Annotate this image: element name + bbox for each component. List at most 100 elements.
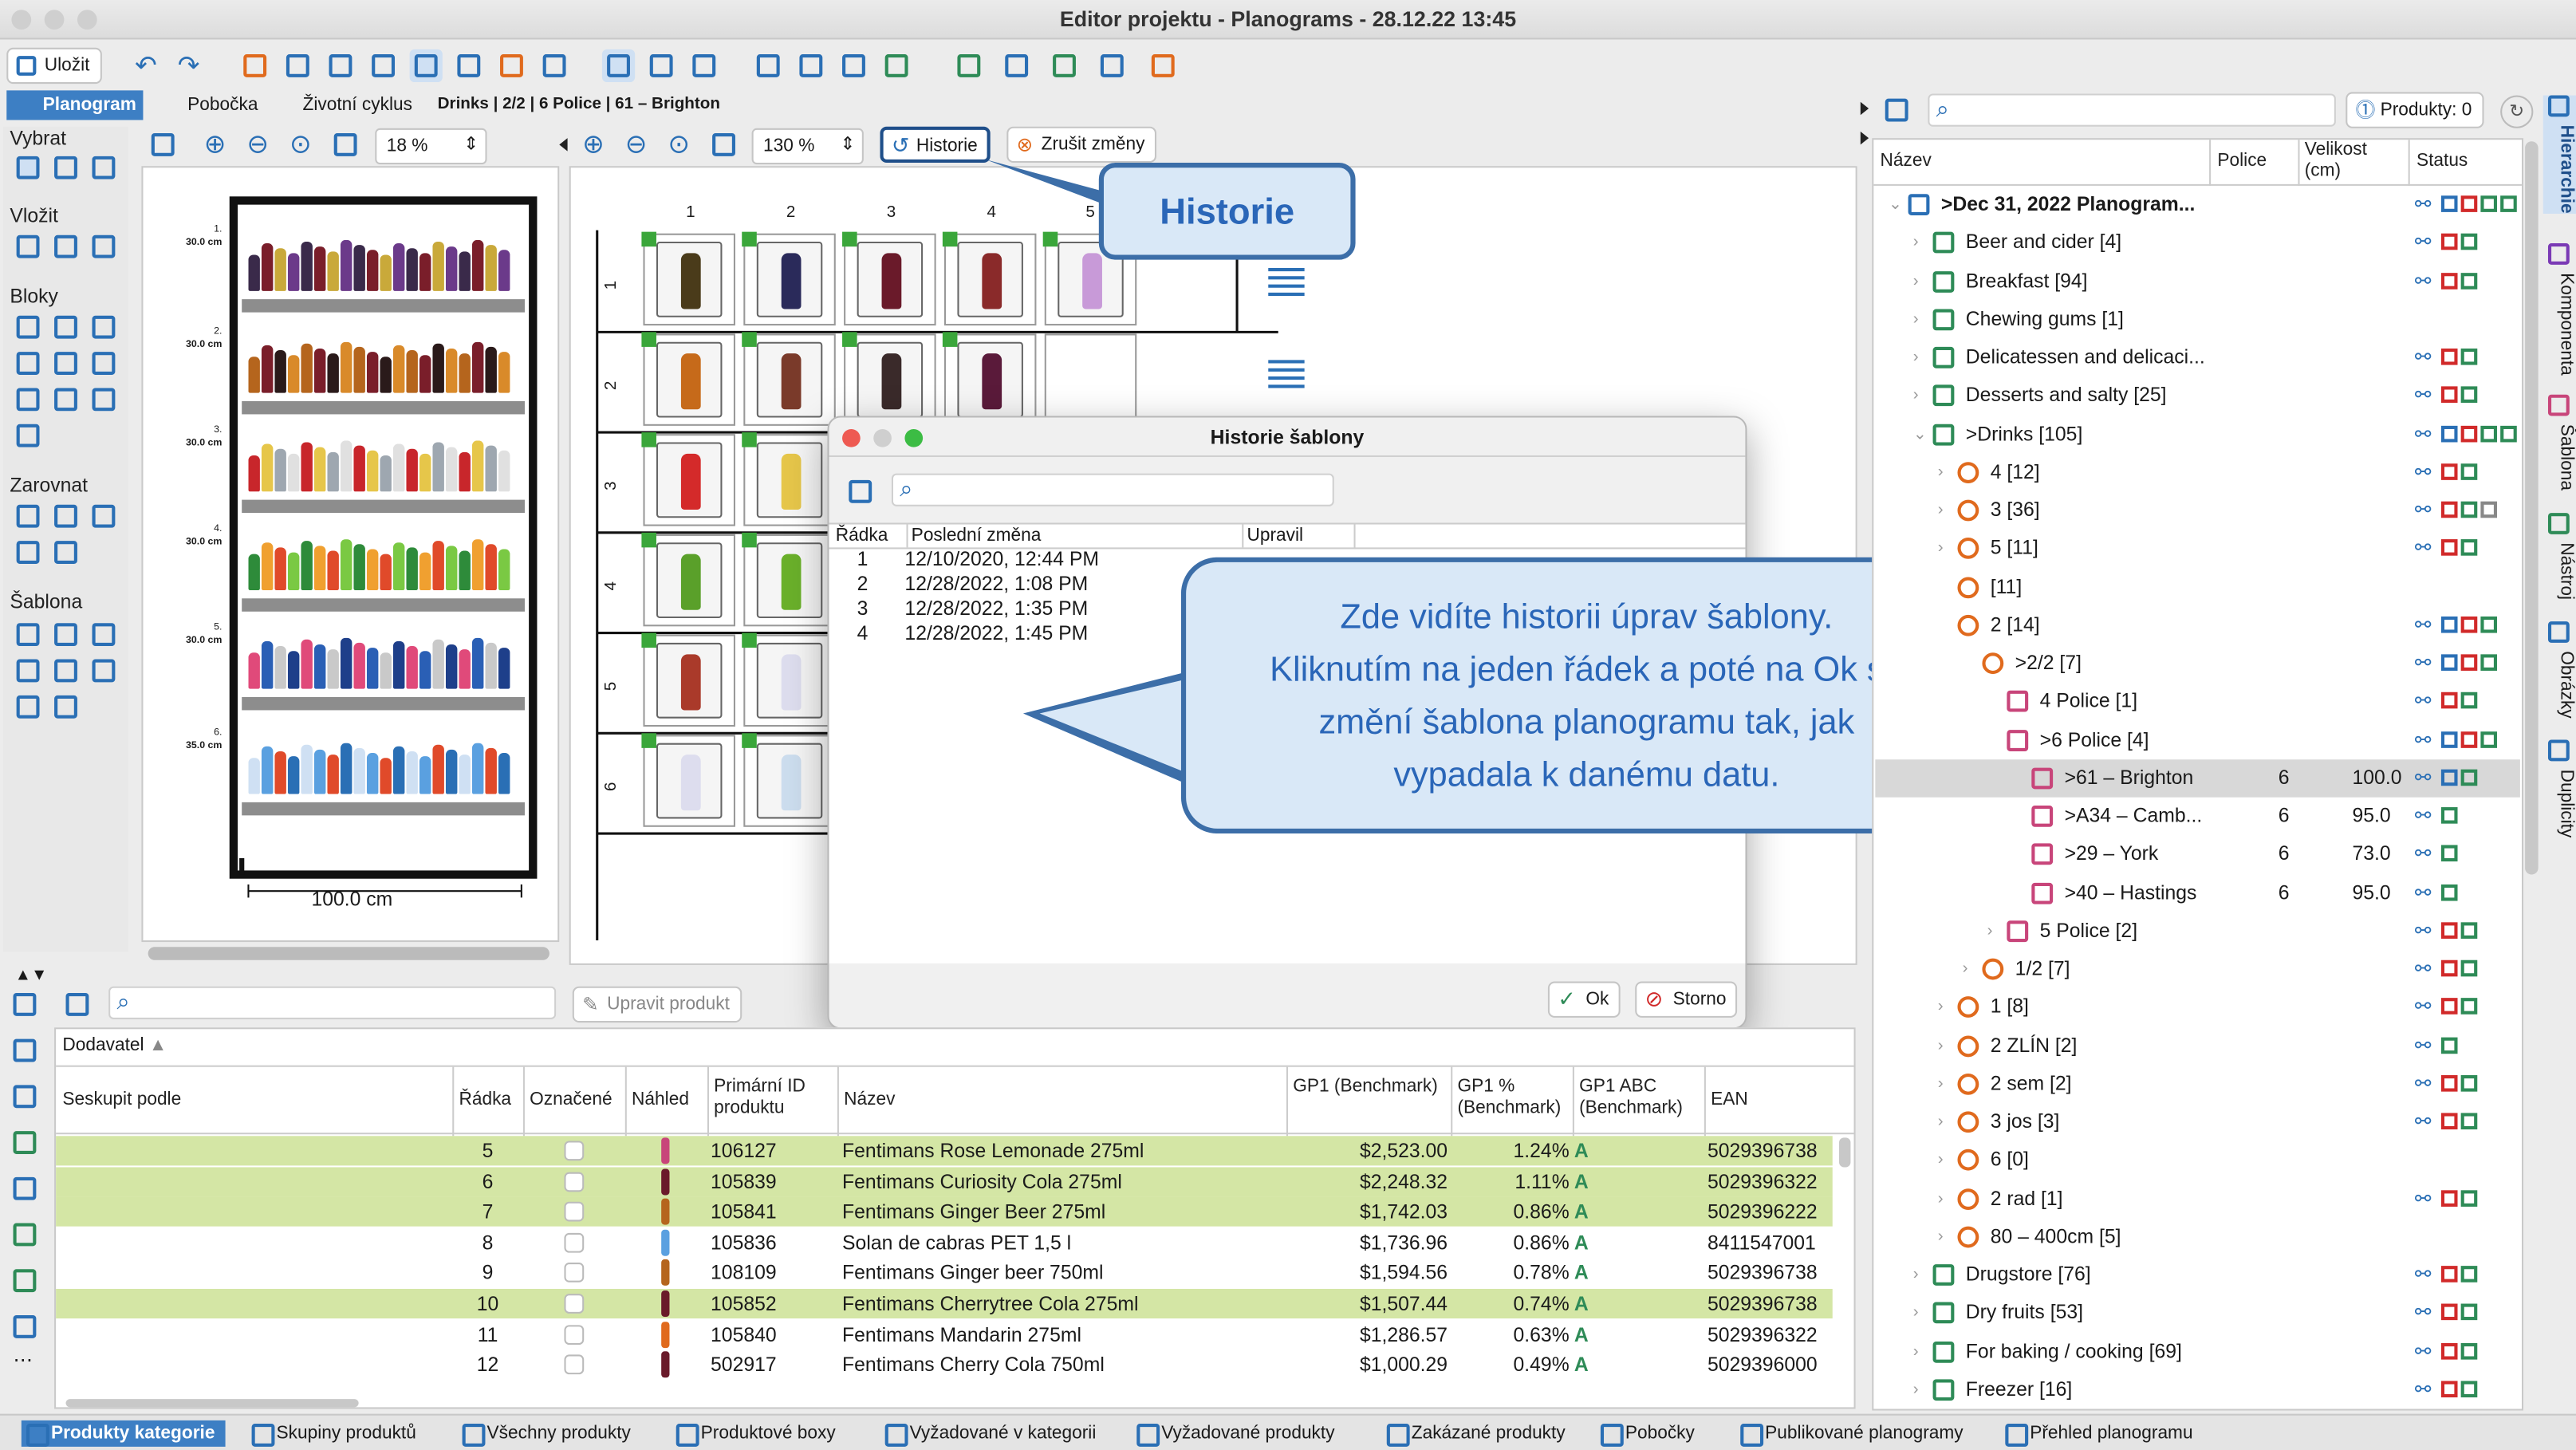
flag-list-icon[interactable]: [13, 1131, 37, 1154]
camera-icon[interactable]: [367, 49, 400, 82]
chevron-icon[interactable]: ›: [1938, 491, 1944, 529]
chevron-icon[interactable]: ›: [1913, 1294, 1919, 1332]
marked-checkbox[interactable]: [564, 1141, 585, 1161]
align-right-icon[interactable]: [92, 504, 116, 528]
swap-icon[interactable]: [495, 49, 528, 82]
product-row[interactable]: 10 105852 Fentimans Cherrytree Cola 275ml $…: [56, 1288, 1833, 1319]
tree-node[interactable]: › 1 [8] ⚯: [1875, 988, 2520, 1026]
tree-node[interactable]: › Dry fruits [53] ⚯: [1875, 1294, 2520, 1332]
product-cell[interactable]: [742, 432, 836, 526]
template-fill-icon[interactable]: [54, 623, 77, 647]
product-cell[interactable]: [641, 332, 735, 426]
products-scrollbar[interactable]: [1838, 1137, 1851, 1168]
block-3d-icon[interactable]: [92, 315, 116, 339]
status-tab-1[interactable]: Skupiny produktů: [246, 1420, 426, 1447]
chevron-icon[interactable]: ›: [1913, 377, 1919, 415]
history-row[interactable]: 3 12/28/2022, 1:35 PM: [827, 597, 1740, 621]
marked-checkbox[interactable]: [564, 1324, 585, 1345]
fit-page-icon[interactable]: [151, 132, 175, 156]
vtab-2[interactable]: Šablona: [2543, 394, 2576, 491]
product-cell[interactable]: [641, 532, 735, 627]
more-icon[interactable]: ⋯: [14, 1348, 33, 1371]
product-row[interactable]: 8 105836 Solan de cabras PET 1,5 l $1,736.9…: [56, 1227, 1833, 1257]
tree-node[interactable]: › 3 jos [3] ⚯: [1875, 1103, 2520, 1141]
store-view-icon[interactable]: [687, 49, 720, 82]
template-palette-icon[interactable]: [16, 695, 40, 719]
table-icon[interactable]: [752, 49, 785, 82]
tab-lifecycle[interactable]: Životní cyklus: [273, 90, 419, 120]
chevron-icon[interactable]: ›: [1938, 453, 1944, 491]
zoom-full-icon[interactable]: [333, 132, 357, 156]
dialog-search-input[interactable]: ⌕: [891, 473, 1334, 506]
chevron-icon[interactable]: ›: [1987, 912, 1993, 949]
zoom-window-button[interactable]: [77, 10, 97, 30]
chevron-icon[interactable]: ›: [1963, 950, 1968, 987]
tree-node[interactable]: [11]: [1875, 568, 2520, 605]
block-resize-icon[interactable]: [54, 315, 77, 339]
chevron-icon[interactable]: ›: [1913, 262, 1919, 300]
doc-list-icon[interactable]: [13, 1176, 37, 1200]
tree-node[interactable]: ⌄ >Drinks [105] ⚯: [1875, 415, 2520, 452]
vtab-1[interactable]: Komponenta: [2543, 243, 2576, 376]
products-filter-button[interactable]: ⓵ Produkty: 0: [2346, 92, 2483, 128]
tree-node[interactable]: 4 Police [1] ⚯: [1875, 683, 2520, 720]
product-cell[interactable]: [742, 632, 836, 727]
tab-planogram[interactable]: Planogram: [6, 90, 144, 120]
tree-node[interactable]: >40 – Hastings 6 95.0 ⚯: [1875, 874, 2520, 912]
insert-shelf-icon[interactable]: [16, 234, 40, 258]
reset-icon[interactable]: ↻: [2500, 95, 2534, 128]
chevron-icon[interactable]: ›: [1938, 988, 1944, 1026]
tree-node[interactable]: › Delicatessen and delicaci... ⚯: [1875, 339, 2520, 376]
history-row[interactable]: 1 12/10/2020, 12:44 PM: [827, 547, 1740, 572]
block-export-icon[interactable]: [16, 424, 40, 447]
dialog-close-button[interactable]: [842, 428, 861, 447]
product-cell[interactable]: [742, 532, 836, 627]
csv-icon[interactable]: [13, 1314, 37, 1338]
tree-node[interactable]: › Drugstore [76] ⚯: [1875, 1256, 2520, 1294]
excel-export-icon[interactable]: [13, 1223, 37, 1247]
zoom-in-mid-icon[interactable]: ⊕: [582, 128, 605, 161]
tree-node[interactable]: › Beer and cider [4] ⚯: [1875, 224, 2520, 262]
tree-node[interactable]: › 5 [11] ⚯: [1875, 530, 2520, 567]
dialog-minimize-button[interactable]: [873, 428, 892, 447]
zoom-full-mid-icon[interactable]: [712, 132, 735, 156]
select-area-icon[interactable]: [54, 156, 77, 179]
vtab-5[interactable]: Duplicity: [2543, 739, 2576, 837]
tree-node[interactable]: › 6 [0]: [1875, 1141, 2520, 1179]
tree-node[interactable]: › 1/2 [7] ⚯: [1875, 950, 2520, 987]
align-justify-icon[interactable]: [16, 541, 40, 564]
history-button[interactable]: ↺ Historie: [880, 126, 991, 164]
product-cell[interactable]: [742, 231, 836, 326]
block-split-icon[interactable]: [16, 352, 40, 375]
chevron-icon[interactable]: ⌄: [1913, 415, 1927, 452]
block-rotate-icon[interactable]: [54, 352, 77, 375]
right-table-icon[interactable]: [1885, 98, 1908, 122]
tree-node[interactable]: › Breakfast [94] ⚯: [1875, 262, 2520, 300]
status-tab-9[interactable]: Přehled planogramu: [2000, 1420, 2203, 1447]
template-compare-icon[interactable]: [92, 623, 116, 647]
block-move-icon[interactable]: [16, 388, 40, 412]
template-copy-icon[interactable]: [16, 659, 40, 683]
tree-node[interactable]: › Chewing gums [1]: [1875, 301, 2520, 338]
org-chart-icon[interactable]: [1147, 49, 1180, 82]
chevron-icon[interactable]: ›: [1913, 1371, 1919, 1409]
tree-node[interactable]: >29 – York 6 73.0 ⚯: [1875, 836, 2520, 873]
marked-checkbox[interactable]: [564, 1294, 585, 1314]
chevron-icon[interactable]: ›: [1913, 339, 1919, 376]
product-cell[interactable]: [1044, 333, 1137, 426]
zoom-fit-mid-icon[interactable]: ⊙: [668, 128, 690, 161]
dialog-zoom-button[interactable]: [904, 428, 924, 447]
save-button[interactable]: Uložit: [6, 47, 101, 85]
vtab-0[interactable]: Hierarchie: [2543, 95, 2576, 214]
product-cell[interactable]: [641, 632, 735, 727]
check-list-icon[interactable]: [13, 992, 37, 1016]
dialog-table-icon[interactable]: [849, 479, 872, 503]
chevron-icon[interactable]: ›: [1938, 1026, 1944, 1064]
chevron-icon[interactable]: ›: [1913, 301, 1919, 338]
status-tab-6[interactable]: Zakázané produkty: [1382, 1420, 1575, 1447]
product-row[interactable]: 12 502917 Fentimans Cherry Cola 750ml $1,00…: [56, 1350, 1833, 1380]
status-tab-2[interactable]: Všechny produkty: [457, 1420, 640, 1447]
right-collapse-icon[interactable]: [1860, 131, 1869, 145]
flag-icon[interactable]: [952, 49, 985, 82]
product-cell[interactable]: [641, 733, 735, 827]
